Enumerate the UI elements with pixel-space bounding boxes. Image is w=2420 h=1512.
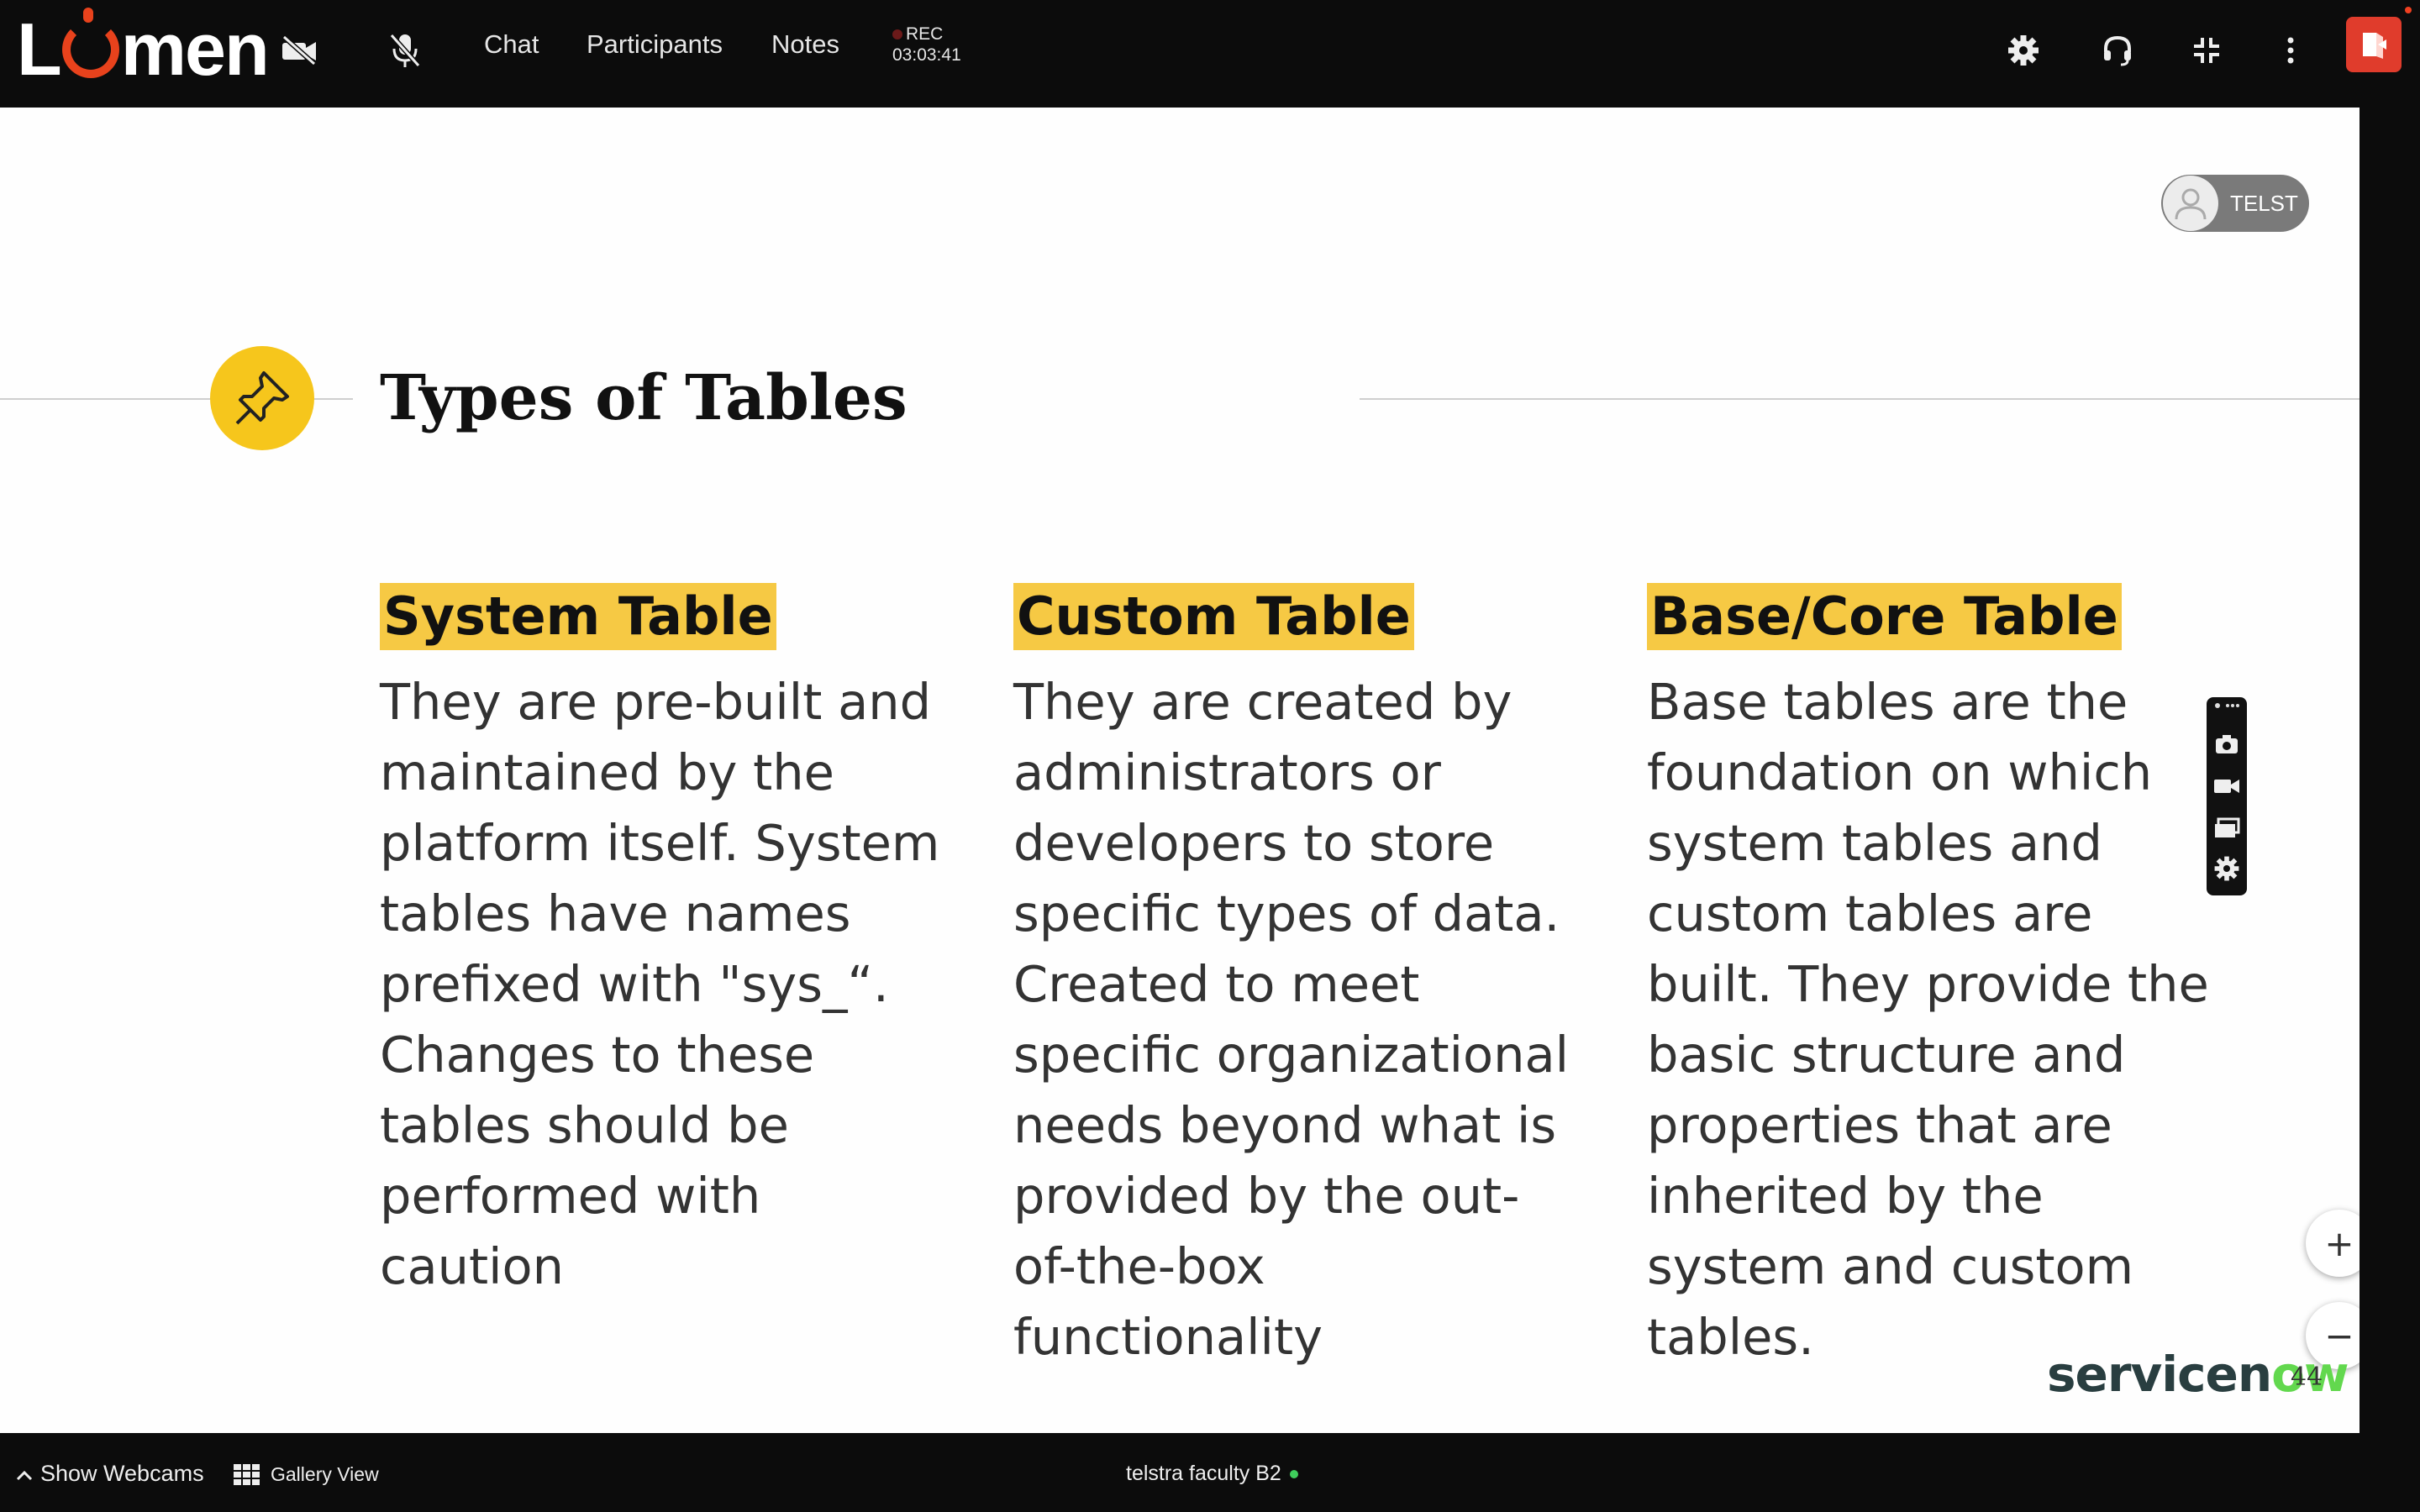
user-icon [2175,188,2207,220]
leave-button[interactable] [2346,17,2402,72]
online-status-dot [1289,1470,1298,1479]
column-heading: Custom Table [1013,583,1414,650]
pushpin-icon [235,371,289,425]
pin-toolbar-icon[interactable] [2213,697,2240,714]
brand-text-1: servicen [2047,1346,2272,1403]
gear-icon[interactable] [2213,855,2240,882]
column-custom-table: Custom Table They are created by adminis… [1013,583,1618,1373]
pushpin-badge [210,346,314,450]
more-vertical-icon[interactable] [2265,25,2316,76]
camera-off-icon[interactable] [274,25,324,76]
video-icon[interactable] [2213,773,2240,800]
recording-label: REC [906,24,944,44]
title-divider-right [1360,398,2360,400]
avatar [2163,176,2218,231]
column-body: They are created by administrators or de… [1013,673,1570,1366]
chevron-up-icon [16,1471,33,1481]
show-webcams-label: Show Webcams [40,1461,204,1486]
camera-icon[interactable] [2213,731,2240,758]
lumen-logo: Lmen [17,8,270,91]
column-body: They are pre-built and maintained by the… [380,673,940,1295]
page-number: 44 [2291,1362,2323,1392]
slide-title: Types of Tables [380,362,908,434]
top-toolbar: Lmen Chat Participants Notes REC 03:03:4… [0,0,2420,106]
notes-tab[interactable]: Notes [771,24,839,66]
session-name: telstra faculty B2 [1126,1455,1298,1492]
show-webcams-button[interactable]: Show Webcams [15,1455,204,1492]
status-dot [2405,7,2412,13]
participants-tab[interactable]: Participants [587,24,723,66]
gallery-view-button[interactable]: Gallery View [234,1455,379,1493]
chat-tab[interactable]: Chat [484,24,539,66]
mic-off-icon[interactable] [380,25,430,76]
column-system-table: System Table They are pre-built and main… [380,583,985,1302]
annotation-toolbar [2207,697,2247,895]
column-body: Base tables are the foundation on which … [1647,673,2209,1366]
presenter-tag: TELST [2161,175,2309,232]
shared-slide: Types of Tables TELST System Table They … [0,108,2360,1433]
recording-time: 03:03:41 [892,45,961,65]
recording-dot [892,29,902,39]
leave-icon [2363,33,2386,59]
zoom-in-button[interactable]: + [2306,1210,2360,1277]
exit-fullscreen-icon[interactable] [2181,25,2232,76]
recording-indicator: REC 03:03:41 [892,24,961,66]
column-heading: Base/Core Table [1647,583,2122,650]
grid-icon [234,1464,260,1486]
session-name-label: telstra faculty B2 [1126,1462,1281,1485]
presenter-name: TELST [2230,190,2298,216]
screen-share-icon[interactable] [2213,815,2240,842]
gallery-view-label: Gallery View [271,1463,379,1485]
gear-icon[interactable] [1998,25,2049,76]
bottom-bar: Show Webcams Gallery View telstra facult… [0,1438,2420,1512]
column-heading: System Table [380,583,776,650]
column-base-core-table: Base/Core Table Base tables are the foun… [1647,583,2252,1373]
headset-icon[interactable] [2092,25,2143,76]
